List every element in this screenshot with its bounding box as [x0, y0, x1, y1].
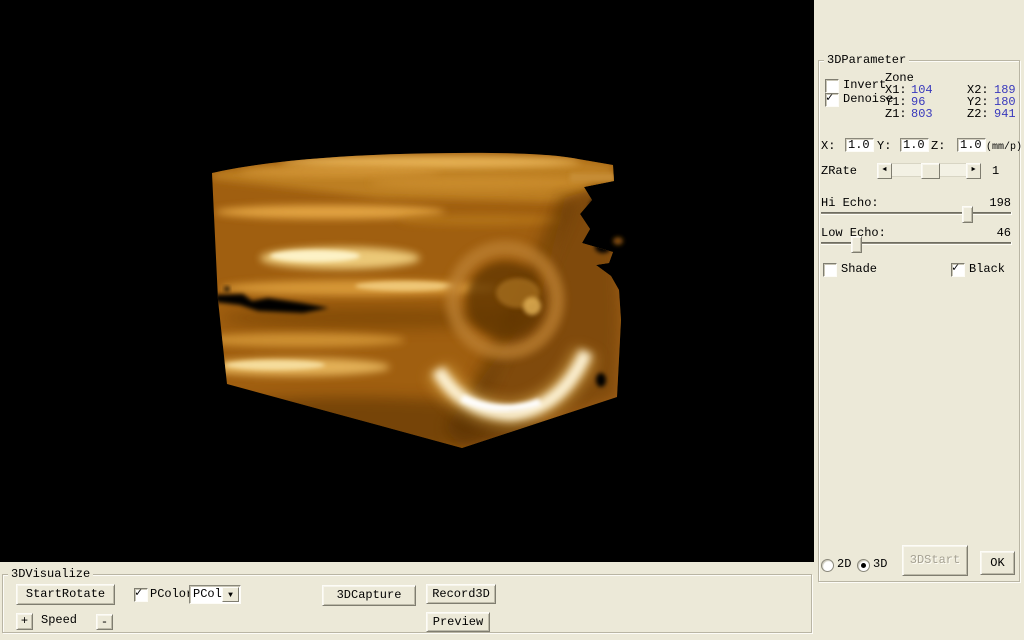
- zone-z2-label: Z2:: [967, 108, 989, 121]
- invert-label: Invert: [843, 79, 886, 92]
- preview-button[interactable]: Preview: [426, 612, 490, 632]
- visualize-group-title: 3DVisualize: [8, 568, 93, 581]
- low-echo-slider-thumb[interactable]: [851, 236, 862, 253]
- zone-z2-value: 941: [994, 108, 1016, 121]
- black-checkbox[interactable]: ✓: [951, 263, 965, 277]
- dropdown-arrow-icon[interactable]: ▼: [222, 587, 239, 602]
- scale-y-label: Y:: [877, 140, 891, 153]
- mode-2d-label: 2D: [837, 558, 851, 571]
- ok-button[interactable]: OK: [980, 551, 1015, 575]
- zrate-label: ZRate: [821, 165, 857, 178]
- hi-echo-slider-thumb[interactable]: [962, 206, 973, 223]
- start-rotate-button[interactable]: StartRotate: [16, 584, 115, 605]
- pcolor-dropdown[interactable]: PColor ▼: [189, 585, 241, 604]
- speed-label: Speed: [41, 614, 77, 627]
- visualize-panel: 3DVisualize StartRotate + Speed - ✓ PCol…: [0, 562, 814, 640]
- denoise-checkbox[interactable]: ✓: [825, 93, 839, 107]
- check-icon: ✓: [952, 261, 959, 275]
- 3dcapture-button[interactable]: 3DCapture: [322, 585, 416, 606]
- visualize-groupbox: 3DVisualize StartRotate + Speed - ✓ PCol…: [2, 574, 812, 633]
- scale-unit-label: (mm/p): [986, 141, 1022, 154]
- scale-y-input[interactable]: [900, 138, 929, 152]
- zrate-scroll-left-icon[interactable]: ◄: [877, 163, 892, 179]
- speed-plus-button[interactable]: +: [16, 613, 33, 630]
- check-icon: ✓: [826, 91, 833, 105]
- mode-3d-label: 3D: [873, 558, 887, 571]
- black-label: Black: [969, 263, 1005, 276]
- scale-z-label: Z:: [931, 140, 945, 153]
- scale-x-label: X:: [821, 140, 835, 153]
- parameter-group-title: 3DParameter: [824, 54, 909, 67]
- low-echo-value: 46: [987, 227, 1011, 240]
- shade-label: Shade: [841, 263, 877, 276]
- record3d-button[interactable]: Record3D: [426, 584, 496, 604]
- zrate-scrollbar-thumb[interactable]: [921, 163, 940, 179]
- mode-2d-radio[interactable]: [821, 559, 834, 572]
- 3dstart-button[interactable]: 3DStart: [902, 545, 968, 576]
- low-echo-slider-track[interactable]: [821, 242, 1012, 245]
- scale-x-input[interactable]: [845, 138, 874, 152]
- parameter-panel: 3DParameter ✓ Invert ✓ Denoise Zone X1: …: [814, 0, 1024, 640]
- hi-echo-label: Hi Echo:: [821, 197, 879, 210]
- shade-checkbox[interactable]: ✓: [823, 263, 837, 277]
- radio-dot-icon: [861, 563, 866, 568]
- render-viewport[interactable]: [0, 0, 814, 562]
- hi-echo-value: 198: [987, 197, 1011, 210]
- check-icon: ✓: [135, 586, 142, 600]
- zrate-scrollbar[interactable]: ◄ ►: [877, 163, 981, 177]
- pcolor-checkbox[interactable]: ✓: [134, 588, 148, 602]
- zrate-value: 1: [992, 165, 999, 178]
- hi-echo-slider-track[interactable]: [821, 212, 1012, 215]
- pcolor-label: PColor: [150, 588, 193, 601]
- parameter-groupbox: 3DParameter ✓ Invert ✓ Denoise Zone X1: …: [818, 60, 1020, 582]
- scale-z-input[interactable]: [957, 138, 986, 152]
- zrate-scroll-right-icon[interactable]: ►: [966, 163, 981, 179]
- speed-minus-button[interactable]: -: [96, 614, 113, 630]
- volume-render: [0, 0, 814, 562]
- zone-z1-value: 803: [911, 108, 933, 121]
- zone-z1-label: Z1:: [885, 108, 907, 121]
- mode-3d-radio[interactable]: [857, 559, 870, 572]
